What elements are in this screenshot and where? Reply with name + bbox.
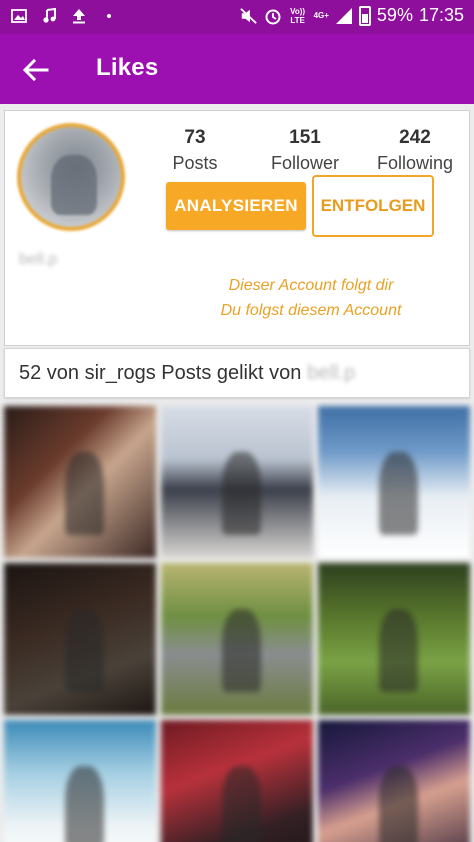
post-thumbnail[interactable] — [318, 406, 470, 558]
post-thumbnail[interactable] — [4, 563, 156, 715]
post-thumbnail[interactable] — [161, 406, 313, 558]
image-icon — [10, 7, 28, 25]
profile-username: bell.p — [19, 251, 58, 268]
back-button[interactable] — [20, 54, 52, 86]
status-bar-system: Vo)) LTE 4G+ 59% 17:35 — [239, 5, 464, 26]
network-type: 4G+ — [313, 11, 329, 20]
status-bar-notifications — [10, 7, 118, 25]
stat-label: Following — [376, 153, 454, 173]
unfollow-button[interactable]: ENTFOLGEN — [312, 175, 434, 237]
stat-value: 151 — [289, 127, 321, 148]
app-bar: Likes — [0, 34, 474, 104]
stat-label: Posts — [172, 153, 218, 173]
alarm-icon — [264, 7, 282, 25]
stat-value: 73 — [184, 127, 206, 148]
likes-summary: 52 von sir_rogs Posts gelikt von bell.p — [4, 348, 470, 398]
analyse-button[interactable]: ANALYSIEREN — [166, 182, 306, 230]
stat-posts: 73 Posts — [145, 127, 245, 174]
likes-summary-username: bell.p — [307, 361, 356, 384]
upload-icon — [70, 7, 88, 25]
follows-you-text: Dieser Account folgt dir — [228, 277, 394, 294]
stat-following: 242 Following — [365, 127, 465, 174]
post-thumbnail[interactable] — [4, 406, 156, 558]
likes-summary-text: 52 von sir_rogs Posts gelikt von — [19, 361, 302, 384]
post-thumbnail[interactable] — [161, 720, 313, 842]
posts-grid — [4, 406, 470, 842]
status-bar: Vo)) LTE 4G+ 59% 17:35 — [0, 0, 474, 34]
follow-status: Dieser Account folgt dir Du folgst diese… — [175, 273, 447, 323]
profile-stats: 73 Posts 151 Follower 242 Following — [145, 127, 465, 174]
post-thumbnail[interactable] — [318, 563, 470, 715]
profile-card: bell.p 73 Posts 151 Follower 242 Followi… — [4, 110, 470, 346]
page-title: Likes — [96, 54, 159, 81]
volte-indicator: Vo)) LTE — [290, 6, 306, 25]
stat-label: Follower — [270, 153, 340, 173]
battery-percent: 59% — [376, 5, 413, 25]
you-follow-text: Du folgst diesem Account — [220, 302, 402, 319]
arrow-left-icon — [23, 59, 49, 81]
battery-icon — [358, 5, 371, 26]
stat-followers: 151 Follower — [255, 127, 355, 174]
post-thumbnail[interactable] — [318, 720, 470, 842]
music-note-icon — [40, 7, 58, 25]
avatar[interactable] — [17, 123, 125, 231]
mute-icon — [239, 7, 258, 25]
post-thumbnail[interactable] — [4, 720, 156, 842]
dot-icon — [100, 7, 118, 25]
post-thumbnail[interactable] — [161, 563, 313, 715]
clock: 17:35 — [418, 5, 464, 25]
stat-value: 242 — [399, 127, 431, 148]
signal-icon — [335, 7, 353, 25]
